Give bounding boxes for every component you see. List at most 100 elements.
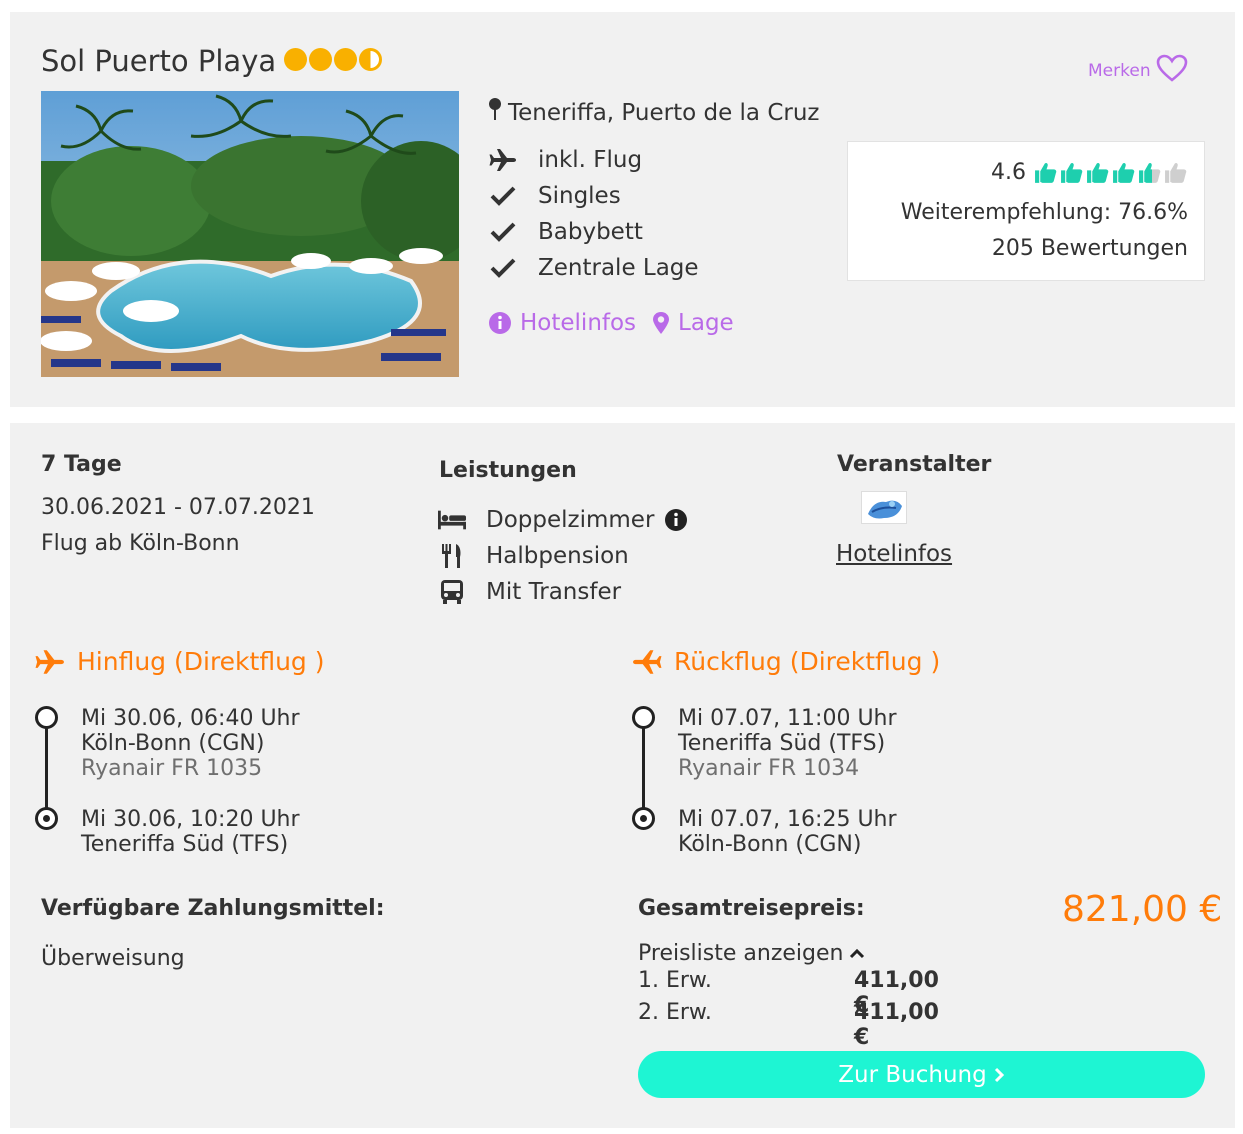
outbound-flight-heading: Hinflug (Direktflug ) (35, 647, 325, 676)
arrival-airport: Köln-Bonn (CGN) (678, 832, 862, 857)
hotel-photo[interactable] (41, 91, 459, 377)
review-count[interactable]: 205 Bewertungen (992, 236, 1188, 261)
star-icon (284, 48, 307, 71)
return-arrival: Mi 07.07, 16:25 Uhr Köln-Bonn (CGN) (678, 807, 897, 857)
return-title: Rückflug (Direktflug ) (674, 647, 941, 676)
thumbs-rating (1034, 161, 1188, 185)
heart-icon (1156, 54, 1188, 87)
info-icon[interactable] (664, 508, 688, 532)
location-text: Teneriffa, Puerto de la Cruz (508, 99, 820, 126)
service-item: Halbpension (438, 543, 629, 569)
lage-label: Lage (678, 310, 734, 336)
rating-row: 4.6 (991, 160, 1188, 186)
star-icon (309, 48, 332, 71)
thumb-up-icon (1061, 163, 1083, 183)
service-item: Doppelzimmer (438, 507, 688, 533)
location-pin-icon (653, 312, 670, 334)
return-flight-heading: Rückflug (Direktflug ) (632, 647, 940, 676)
return-departure: Mi 07.07, 11:00 Uhr Teneriffa Süd (TFS) … (678, 706, 897, 781)
hotel-links: Hotelinfos Lage (488, 310, 734, 336)
check-icon (488, 257, 518, 279)
outbound-arrival: Mi 30.06, 10:20 Uhr Teneriffa Süd (TFS) (81, 807, 300, 857)
hotelinfos-link[interactable]: Hotelinfos (488, 310, 636, 336)
outbound-departure: Mi 30.06, 06:40 Uhr Köln-Bonn (CGN) Ryan… (81, 706, 300, 781)
star-icon (334, 48, 357, 71)
bed-icon (438, 510, 466, 530)
outbound-title: Hinflug (Direktflug ) (77, 647, 325, 676)
bus-icon (438, 579, 466, 605)
feature-item: Zentrale Lage (488, 254, 699, 282)
total-price: 821,00 € (1062, 889, 1223, 930)
plane-icon (488, 148, 518, 172)
flight-carrier: Ryanair FR 1034 (678, 756, 860, 781)
book-button[interactable]: Zur Buchung (638, 1051, 1205, 1098)
rating-score: 4.6 (991, 160, 1026, 185)
merken-button[interactable]: Merken (1088, 54, 1188, 87)
price-row-value: 411,00 € (853, 1000, 939, 1050)
price-row: 2. Erw. 411,00 € (638, 1000, 958, 1050)
service-label: Halbpension (486, 543, 629, 569)
departure-time: Mi 30.06, 06:40 Uhr (81, 706, 300, 731)
arrival-airport: Teneriffa Süd (TFS) (81, 832, 289, 857)
departure-time: Mi 07.07, 11:00 Uhr (678, 706, 897, 731)
arrival-marker (632, 807, 655, 830)
chevron-right-icon (994, 1067, 1004, 1082)
pricelist-toggle[interactable]: Preisliste anzeigen (638, 941, 865, 966)
cutlery-icon (438, 544, 466, 568)
trip-duration: 7 Tage (41, 452, 122, 477)
feature-label: Singles (538, 183, 621, 209)
arrival-time: Mi 30.06, 10:20 Uhr (81, 807, 300, 832)
thumb-up-icon (1087, 163, 1109, 183)
service-item: Mit Transfer (438, 579, 621, 605)
lage-link[interactable]: Lage (652, 310, 734, 336)
flight-carrier: Ryanair FR 1035 (81, 756, 263, 781)
payment-heading: Verfügbare Zahlungsmittel: (41, 896, 385, 921)
chevron-up-icon (850, 948, 865, 958)
operator-hotelinfos-link[interactable]: Hotelinfos (836, 541, 952, 567)
departure-marker (632, 706, 655, 729)
departure-airport: Köln-Bonn (CGN) (81, 731, 265, 756)
hotel-card: Sol Puerto Playa Merken Teneriffa, Puert… (10, 12, 1235, 407)
offer-card: 7 Tage 30.06.2021 - 07.07.2021 Flug ab K… (10, 423, 1235, 1128)
service-label: Mit Transfer (486, 579, 622, 605)
departure-airport: Teneriffa Süd (TFS) (678, 731, 886, 756)
departure-marker (35, 706, 58, 729)
check-icon (488, 221, 518, 243)
departure-airport: Flug ab Köln-Bonn (41, 531, 240, 556)
feature-item: inkl. Flug (488, 146, 642, 174)
trip-dates: 30.06.2021 - 07.07.2021 (41, 495, 315, 520)
services-heading: Leistungen (439, 458, 577, 483)
feature-label: inkl. Flug (538, 147, 643, 173)
price-row-label: 2. Erw. (638, 1000, 712, 1025)
book-button-label: Zur Buchung (838, 1061, 987, 1088)
service-label: Doppelzimmer (486, 507, 655, 533)
arrival-marker (35, 807, 58, 830)
arrival-time: Mi 07.07, 16:25 Uhr (678, 807, 897, 832)
half-star-icon (359, 48, 382, 71)
operator-heading: Veranstalter (837, 452, 992, 477)
return-timeline (631, 706, 657, 836)
check-icon (488, 185, 518, 207)
thumb-up-partial-icon (1139, 163, 1161, 183)
feature-label: Babybett (538, 219, 643, 245)
payment-method: Überweisung (41, 946, 185, 971)
operator-logo (861, 491, 907, 524)
outbound-timeline (34, 706, 60, 836)
recommendation-rate: Weiterempfehlung: 76.6% (900, 200, 1188, 225)
hotel-name[interactable]: Sol Puerto Playa (41, 44, 276, 78)
feature-item: Singles (488, 182, 621, 210)
thumb-up-empty-icon (1165, 163, 1187, 183)
merken-label: Merken (1088, 60, 1151, 81)
feature-item: Babybett (488, 218, 643, 246)
feature-label: Zentrale Lage (538, 255, 699, 281)
thumb-up-icon (1035, 163, 1057, 183)
star-rating (284, 48, 382, 71)
pricelist-toggle-label: Preisliste anzeigen (638, 941, 844, 966)
thumb-up-icon (1113, 163, 1135, 183)
plane-icon (35, 649, 64, 674)
total-price-label: Gesamtreisepreis: (638, 896, 865, 921)
info-icon (489, 312, 511, 334)
plane-icon (633, 649, 662, 674)
hotelinfos-label: Hotelinfos (520, 310, 637, 336)
hotel-location: Teneriffa, Puerto de la Cruz (488, 97, 820, 128)
